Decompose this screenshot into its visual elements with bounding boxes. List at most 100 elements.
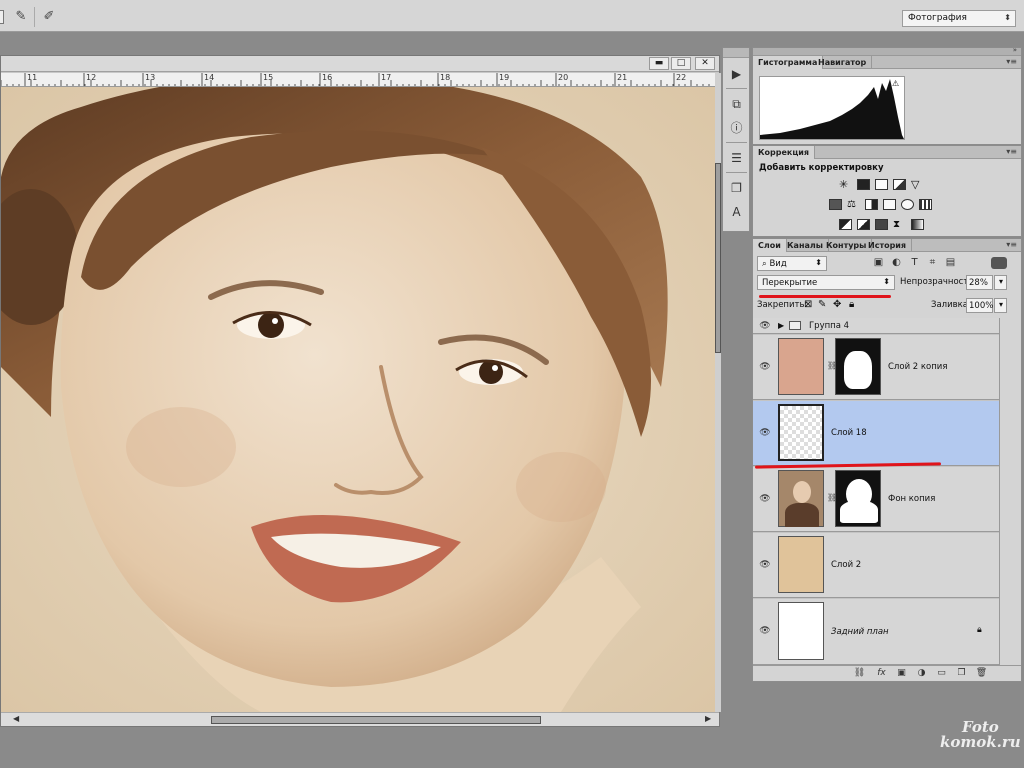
layers-panel: Слои Каналы Контуры История ▾≡ ⌕ Вид ⬍ ▣… bbox=[752, 238, 1022, 682]
layer-thumbnail bbox=[778, 602, 824, 660]
eye-icon[interactable]: 👁︎ bbox=[759, 321, 771, 331]
tab-adjustments[interactable]: Коррекция bbox=[753, 146, 816, 159]
brightness-icon[interactable]: ✳ bbox=[839, 179, 852, 190]
lock-transparency-icon[interactable]: ⊠ bbox=[804, 299, 812, 310]
channel-mixer-icon[interactable] bbox=[901, 199, 914, 210]
image-canvas[interactable] bbox=[1, 87, 715, 712]
minimize-button[interactable]: ▬ bbox=[649, 57, 669, 70]
exposure-icon[interactable] bbox=[893, 179, 906, 190]
posterize-icon[interactable] bbox=[857, 219, 870, 230]
lock-icon: 🔒︎ bbox=[977, 625, 982, 635]
black-white-icon[interactable] bbox=[865, 199, 878, 210]
warning-icon[interactable]: ⚠ bbox=[892, 79, 899, 88]
clone-source-icon[interactable]: ⧉ bbox=[726, 94, 747, 114]
eye-icon[interactable]: 👁︎ bbox=[759, 428, 771, 438]
type-filter-icon[interactable]: T bbox=[909, 258, 920, 268]
lock-brush-icon[interactable]: ✎ bbox=[818, 299, 826, 310]
layer-row[interactable]: 👁︎ ⛓ Фон копия bbox=[753, 467, 999, 532]
lock-all-icon[interactable]: 🔒︎ bbox=[849, 299, 854, 310]
layer-row-group[interactable]: 👁︎ ▶ Группа 4 bbox=[753, 318, 999, 334]
option-field[interactable] bbox=[0, 10, 4, 24]
maximize-button[interactable]: □ bbox=[671, 57, 691, 70]
watermark-logo: Foto komok.ru bbox=[940, 720, 1021, 750]
opacity-dropdown[interactable]: ▾ bbox=[994, 275, 1007, 290]
invert-icon[interactable] bbox=[839, 219, 852, 230]
layer-row[interactable]: 👁︎ Задний план 🔒︎ bbox=[753, 599, 999, 665]
trash-icon[interactable]: 🗑︎ bbox=[975, 668, 988, 679]
smart-object-filter-icon[interactable]: ▤ bbox=[945, 258, 956, 268]
layer-name: Слой 2 копия bbox=[888, 362, 948, 372]
vibrance-icon[interactable]: ▽ bbox=[911, 179, 924, 190]
thumb-body bbox=[785, 503, 819, 527]
photo-filter-icon[interactable] bbox=[883, 199, 896, 210]
eye-icon[interactable]: 👁︎ bbox=[759, 494, 771, 504]
layer-row-selected[interactable]: 👁︎ Слой 18 bbox=[753, 401, 999, 466]
vertical-scrollbar[interactable] bbox=[715, 73, 721, 712]
adjustment-filter-icon[interactable]: ◐ bbox=[891, 258, 902, 268]
layers-footer: ⛓ fx ▣ ◑ ▭ ❐ 🗑︎ bbox=[753, 665, 1021, 681]
pixel-filter-icon[interactable]: ▣ bbox=[873, 258, 884, 268]
layers-body: ⌕ Вид ⬍ ▣ ◐ T ⌗ ▤ Перекрытие ⬍ Непрозрач… bbox=[753, 252, 1021, 681]
info-icon[interactable]: ⓘ bbox=[726, 118, 747, 138]
shape-filter-icon[interactable]: ⌗ bbox=[927, 258, 938, 268]
blend-mode-select[interactable]: Перекрытие ⬍ bbox=[757, 275, 895, 290]
ruler-label: 14 bbox=[204, 73, 215, 82]
panel-top-bar: » bbox=[753, 46, 1021, 56]
tab-navigator[interactable]: Навигатор bbox=[813, 56, 873, 69]
fx-icon[interactable]: fx bbox=[875, 668, 888, 679]
workspace-select[interactable]: Фотография ⬍ bbox=[902, 10, 1016, 27]
horizontal-scrollbar[interactable]: ◀ ▶ bbox=[1, 712, 719, 726]
layer-row[interactable]: 👁︎ Слой 2 bbox=[753, 533, 999, 598]
add-mask-icon[interactable]: ▣ bbox=[895, 668, 908, 679]
character-style-icon[interactable]: A bbox=[726, 202, 747, 222]
filter-toggle[interactable] bbox=[991, 257, 1007, 269]
layer-name: Задний план bbox=[831, 627, 889, 637]
layers-scrollbar[interactable] bbox=[999, 318, 1021, 665]
fill-dropdown[interactable]: ▾ bbox=[994, 298, 1007, 313]
link-layers-icon[interactable]: ⛓ bbox=[853, 668, 866, 679]
chevron-down-icon: ⬍ bbox=[815, 258, 822, 267]
strip-grip[interactable] bbox=[723, 48, 749, 58]
layer-mask-thumbnail[interactable] bbox=[835, 338, 881, 395]
document-window: ▬ □ ✕ 11 12 13 14 15 16 17 18 19 20 21 2… bbox=[0, 55, 721, 727]
lock-label: Закрепить: bbox=[757, 300, 808, 310]
threshold-icon[interactable] bbox=[875, 219, 888, 230]
scroll-left-icon[interactable]: ◀ bbox=[13, 714, 19, 723]
panel-menu-icon[interactable]: ▾≡ bbox=[1006, 147, 1017, 156]
gradient-map-icon[interactable] bbox=[911, 219, 924, 230]
tab-history[interactable]: История bbox=[863, 239, 913, 252]
play-actions-icon[interactable]: ▶ bbox=[726, 64, 747, 84]
layer-filter-select[interactable]: ⌕ Вид ⬍ bbox=[757, 256, 827, 271]
close-button[interactable]: ✕ bbox=[695, 57, 715, 70]
hue-saturation-icon[interactable] bbox=[829, 199, 842, 210]
new-group-icon[interactable]: ▭ bbox=[935, 668, 948, 679]
curves-icon[interactable] bbox=[875, 179, 888, 190]
portrait-image bbox=[1, 87, 715, 712]
new-layer-icon[interactable]: ❐ bbox=[955, 668, 968, 679]
ruler-label: 16 bbox=[322, 73, 333, 82]
panel-menu-icon[interactable]: ▾≡ bbox=[1006, 240, 1017, 249]
new-adjustment-icon[interactable]: ◑ bbox=[915, 668, 928, 679]
tablet-size-icon[interactable]: ✐ bbox=[40, 8, 58, 26]
brush-pressure-icon[interactable]: ✎ bbox=[12, 8, 30, 26]
levels-icon[interactable] bbox=[857, 179, 870, 190]
panel-menu-icon[interactable]: ▾≡ bbox=[1006, 57, 1017, 66]
color-balance-icon[interactable]: ⚖ bbox=[847, 199, 860, 210]
collapse-icon[interactable]: » bbox=[1013, 46, 1017, 54]
tool-presets-icon[interactable]: ❐ bbox=[726, 178, 747, 198]
scroll-right-icon[interactable]: ▶ bbox=[705, 714, 711, 723]
opacity-input[interactable]: 28% bbox=[966, 275, 993, 290]
selective-color-icon[interactable]: ⧗ bbox=[893, 219, 906, 230]
eye-icon[interactable]: 👁︎ bbox=[759, 626, 771, 636]
eye-icon[interactable]: 👁︎ bbox=[759, 560, 771, 570]
scroll-thumb[interactable] bbox=[211, 716, 541, 724]
color-lookup-icon[interactable] bbox=[919, 199, 932, 210]
lock-move-icon[interactable]: ✥ bbox=[833, 299, 841, 310]
expand-arrow-icon[interactable]: ▶ bbox=[778, 321, 784, 330]
fill-input[interactable]: 100% bbox=[966, 298, 993, 313]
scroll-thumb[interactable] bbox=[715, 163, 721, 353]
layer-mask-thumbnail[interactable] bbox=[835, 470, 881, 527]
layer-row[interactable]: 👁︎ ⛓ Слой 2 копия bbox=[753, 335, 999, 400]
brush-presets-icon[interactable]: ☰ bbox=[726, 148, 747, 168]
eye-icon[interactable]: 👁︎ bbox=[759, 362, 771, 372]
